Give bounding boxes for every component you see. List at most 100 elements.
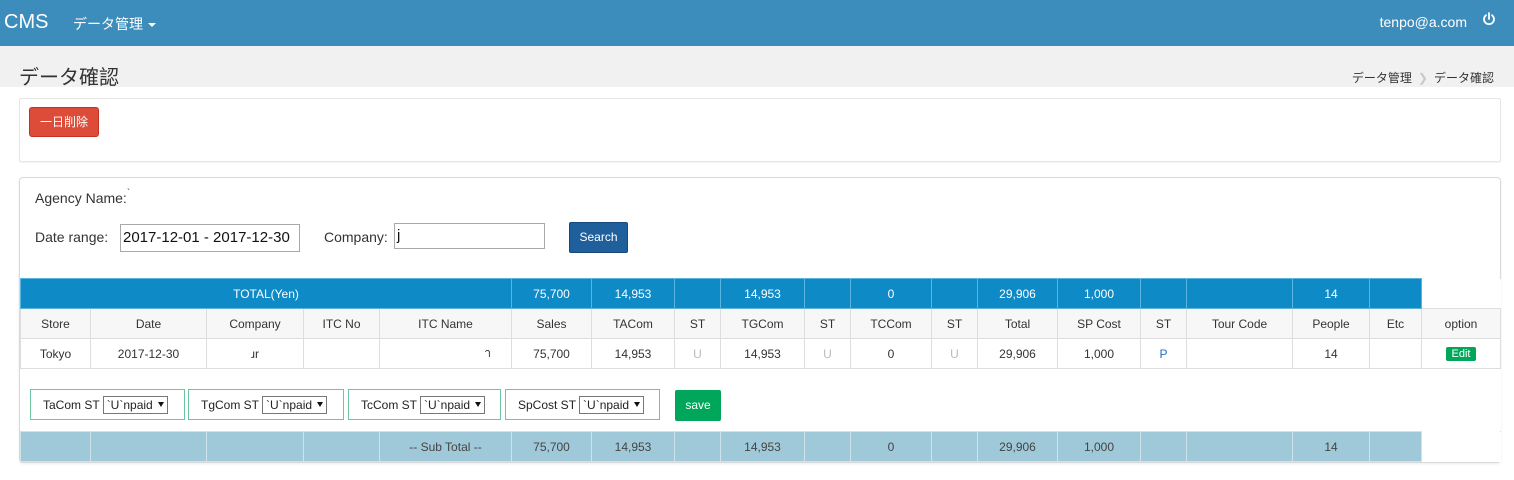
cell-itc-name: า [379, 338, 512, 369]
spcost-status-value: `U`npaid [583, 397, 630, 412]
header-date: Date [90, 308, 207, 339]
caret-down-icon [148, 23, 156, 27]
cell-spcost: 1,000 [1057, 338, 1141, 369]
power-icon[interactable] [1482, 12, 1496, 26]
subtotal-etc [1369, 431, 1422, 462]
cell-sales: 75,700 [511, 338, 592, 369]
cell-ta-st: U [674, 338, 721, 369]
tacom-status-filter: TaCom ST `U`npaid [30, 389, 185, 420]
tgcom-status-filter: TgCom ST `U`npaid [188, 389, 344, 420]
subtotal-sales: 75,700 [511, 431, 592, 462]
spcost-status-select[interactable]: `U`npaid [579, 395, 645, 414]
results-table: TOTAL(Yen) 75,700 14,953 14,953 0 29,906… [20, 278, 1501, 462]
total-sales: 75,700 [511, 278, 592, 309]
cell-sp-st: P [1140, 338, 1187, 369]
dropdown-arrow-icon [157, 402, 164, 407]
tgcom-status-value: `U`npaid [266, 397, 313, 412]
cell-tacom: 14,953 [591, 338, 675, 369]
subtotal-tg-st [804, 431, 851, 462]
agency-name-value: ` [126, 188, 131, 199]
agency-name-label: Agency Name:` [35, 188, 131, 206]
cell-tgcom: 14,953 [720, 338, 805, 369]
agency-name-label-text: Agency Name: [35, 190, 127, 206]
total-etc [1369, 278, 1422, 309]
subtotal-sp-st [1140, 431, 1187, 462]
top-navbar: CMS データ管理 tenpo@a.com [0, 0, 1514, 46]
header-company: Company [206, 308, 304, 339]
chevron-right-icon: ❯ [1417, 70, 1428, 85]
header-total: Total [977, 308, 1058, 339]
header-itc-no: ITC No [303, 308, 380, 339]
tccom-status-select[interactable]: `U`npaid [420, 395, 486, 414]
dropdown-arrow-icon [317, 402, 324, 407]
date-range-input[interactable]: 2017-12-01 - 2017-12-30 [120, 224, 300, 252]
subtotal-blank-1 [20, 431, 91, 462]
header-tacom: TACom [591, 308, 675, 339]
cell-tour-code [1186, 338, 1293, 369]
header-people: People [1292, 308, 1370, 339]
cell-date: 2017-12-30 [90, 338, 207, 369]
breadcrumb-item-data-management[interactable]: データ管理 [1352, 69, 1412, 86]
brand-logo[interactable]: CMS [4, 11, 48, 34]
header-tccom: TCCom [850, 308, 932, 339]
total-tour-code [1186, 278, 1293, 309]
subtotal-tacom: 14,953 [591, 431, 675, 462]
company-label: Company: [324, 229, 388, 245]
header-option: option [1421, 308, 1501, 339]
header-sp-st: ST [1140, 308, 1187, 339]
save-button[interactable]: save [675, 390, 721, 421]
total-tacom: 14,953 [591, 278, 675, 309]
subtotal-blank-3 [206, 431, 304, 462]
header-tc-st: ST [931, 308, 978, 339]
cell-tg-st: U [804, 338, 851, 369]
subtotal-tccom: 0 [850, 431, 932, 462]
header-store: Store [20, 308, 91, 339]
tgcom-status-label: TgCom ST [201, 397, 260, 412]
total-option-blank [1421, 278, 1501, 309]
header-itc-name: ITC Name [379, 308, 512, 339]
tgcom-status-select[interactable]: `U`npaid [262, 395, 328, 414]
subtotal-spcost: 1,000 [1057, 431, 1141, 462]
cell-people: 14 [1292, 338, 1370, 369]
edit-button[interactable]: Edit [1445, 347, 1477, 361]
header-sales: Sales [511, 308, 592, 339]
total-people: 14 [1292, 278, 1370, 309]
header-tgcom: TGCom [720, 308, 805, 339]
tacom-status-label: TaCom ST [43, 397, 100, 412]
breadcrumb: データ管理 ❯ データ確認 [1352, 69, 1494, 86]
subtotal-blank-2 [90, 431, 207, 462]
search-button[interactable]: Search [569, 222, 628, 253]
spcost-status-filter: SpCost ST `U`npaid [505, 389, 660, 420]
delete-day-button[interactable]: 一日削除 [29, 107, 99, 137]
subtotal-label: -- Sub Total -- [379, 431, 512, 462]
subtotal-tc-st [931, 431, 978, 462]
table-row: Tokyo 2017-12-30 ɹr า 75,700 14,953 U 14… [20, 338, 1501, 369]
subtotal-option-blank [1421, 431, 1501, 462]
data-management-menu[interactable]: データ管理 [73, 14, 156, 34]
dropdown-arrow-icon [475, 402, 482, 407]
subtotal-tour-code [1186, 431, 1293, 462]
cell-etc [1369, 338, 1422, 369]
content-header [0, 46, 1514, 87]
dropdown-arrow-icon [634, 402, 641, 407]
cell-itc-no [303, 338, 380, 369]
spcost-status-label: SpCost ST [518, 397, 577, 412]
total-row: TOTAL(Yen) 75,700 14,953 14,953 0 29,906… [20, 278, 1501, 309]
page-title: データ確認 [19, 67, 119, 89]
cell-tccom: 0 [850, 338, 932, 369]
user-email[interactable]: tenpo@a.com [1380, 14, 1467, 30]
company-input[interactable]: j [394, 223, 545, 249]
breadcrumb-item-data-check: データ確認 [1433, 71, 1494, 85]
tacom-status-select[interactable]: `U`npaid [102, 395, 168, 414]
total-tgcom: 14,953 [720, 278, 805, 309]
date-range-label: Date range: [35, 229, 109, 245]
tccom-status-label: TcCom ST [361, 397, 418, 412]
subtotal-row: -- Sub Total -- 75,700 14,953 14,953 0 2… [20, 431, 1501, 462]
data-management-menu-label: データ管理 [73, 16, 143, 32]
actions-panel [19, 98, 1501, 162]
cell-company: ɹr [206, 338, 304, 369]
header-etc: Etc [1369, 308, 1422, 339]
cell-tc-st: U [931, 338, 978, 369]
subtotal-blank-4 [303, 431, 380, 462]
total-spcost: 1,000 [1057, 278, 1141, 309]
